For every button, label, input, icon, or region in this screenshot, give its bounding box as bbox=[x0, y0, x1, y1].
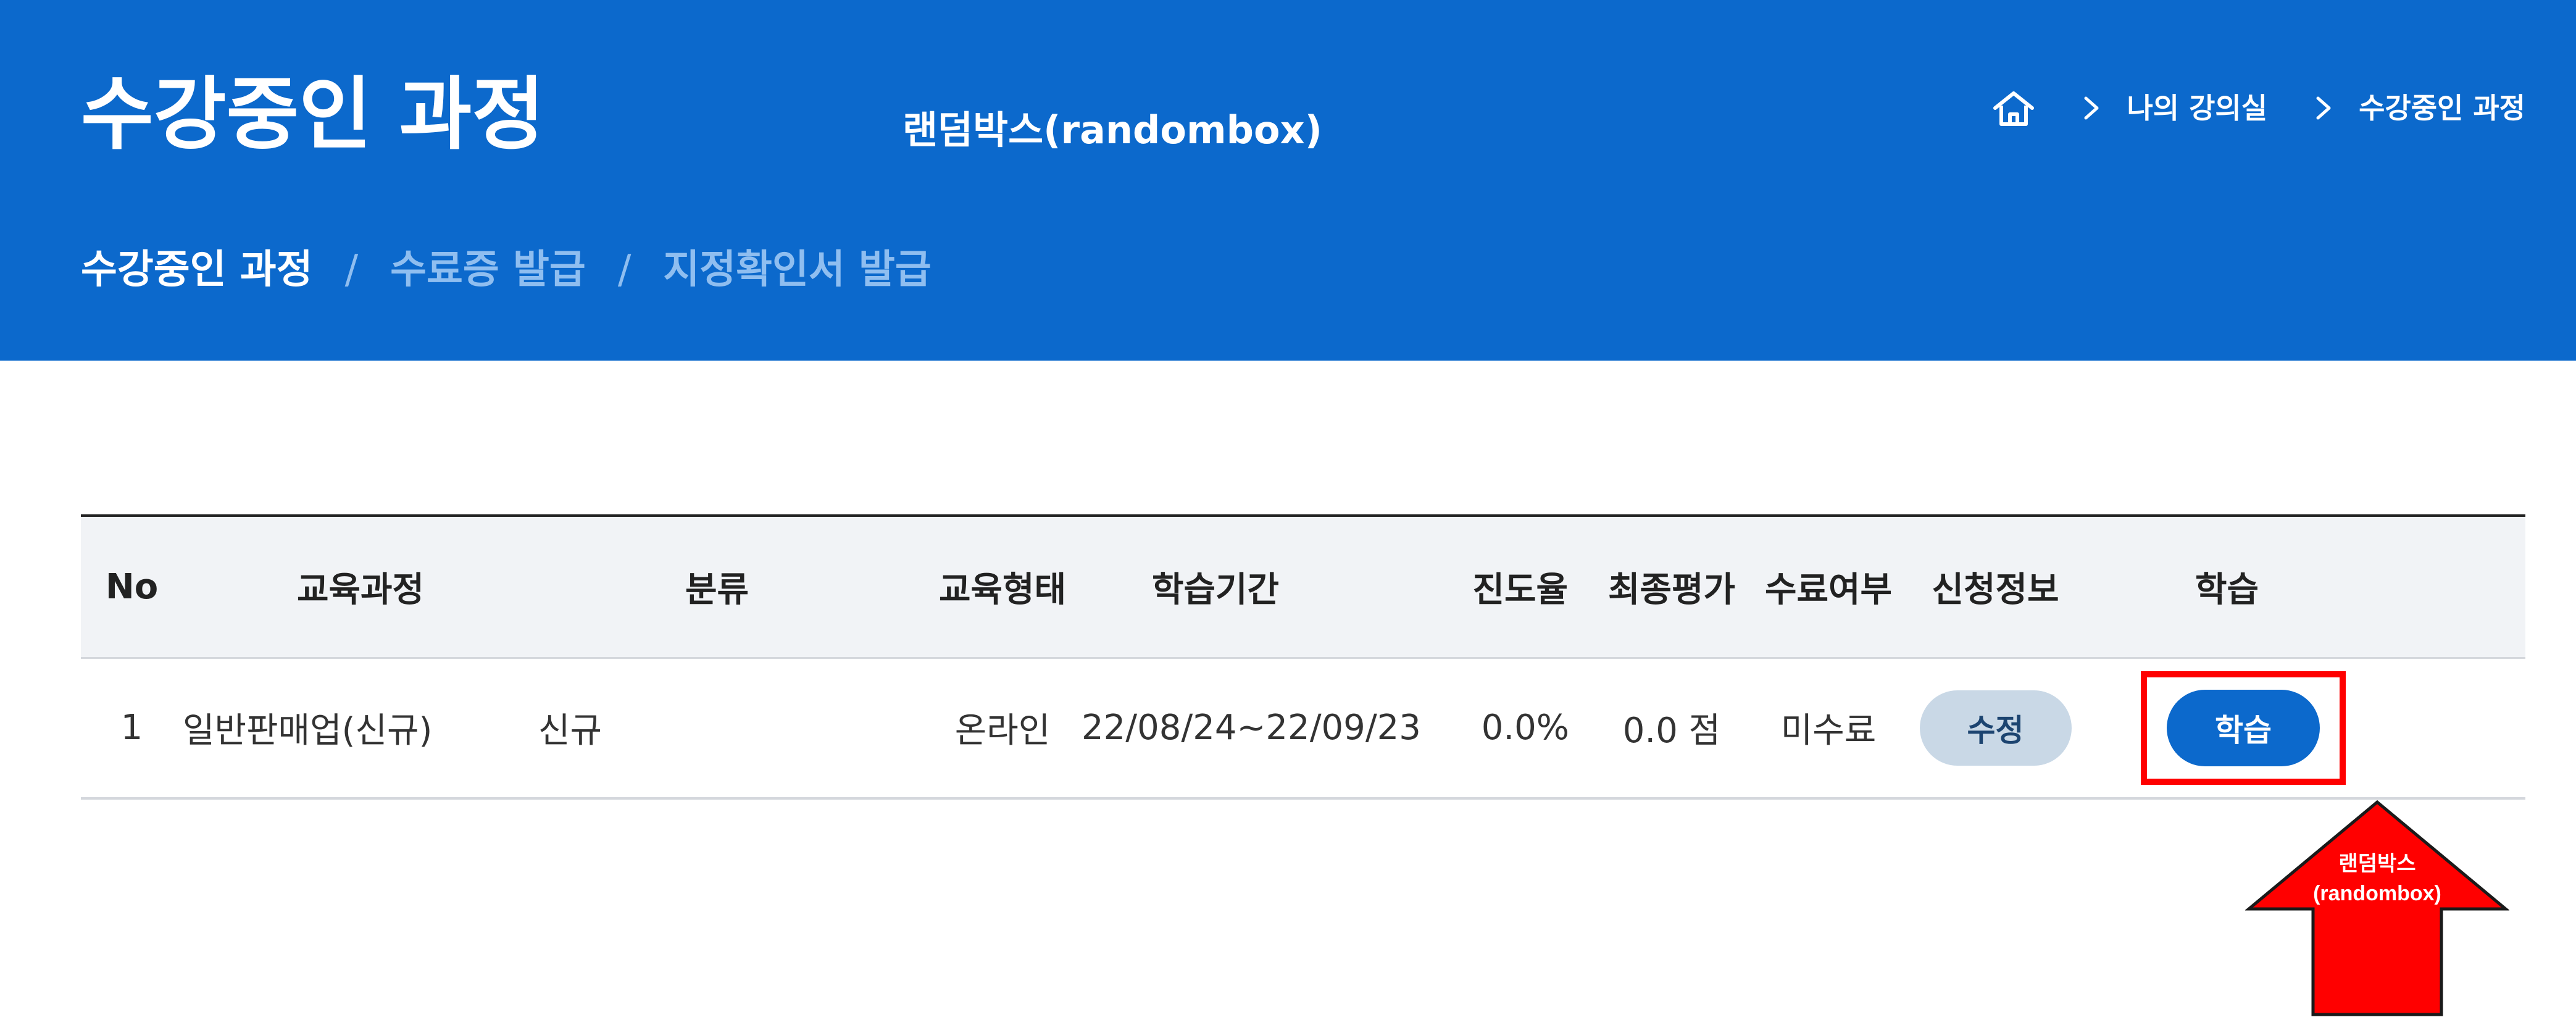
tab-certificate-issue[interactable]: 수료증 발급 bbox=[390, 250, 586, 290]
col-header-education-type: 교육형태 bbox=[923, 517, 1082, 659]
subnav-separator: / bbox=[344, 247, 359, 293]
sub-navigation: 수강중인 과정 / 수료증 발급 / 지정확인서 발급 bbox=[81, 250, 932, 290]
chevron-right-icon bbox=[2084, 96, 2099, 120]
col-header-study-period: 학습기간 bbox=[1082, 517, 1349, 659]
col-header-progress: 진도율 bbox=[1349, 517, 1594, 659]
annotation-arrow-up-icon bbox=[2245, 800, 2509, 1016]
brand-note: 랜덤박스(randombox) bbox=[902, 107, 1322, 153]
breadcrumb: 나의 강의실 수강중인 과정 bbox=[1992, 90, 2525, 127]
col-header-completion: 수료여부 bbox=[1749, 517, 1907, 659]
row-study: 학습 bbox=[2083, 658, 2525, 800]
study-button[interactable]: 학습 bbox=[2167, 689, 2320, 766]
col-header-final-evaluation: 최종평가 bbox=[1594, 517, 1749, 659]
tab-designation-confirmation-issue[interactable]: 지정확인서 발급 bbox=[663, 250, 931, 290]
course-table: No 교육과정 분류 교육형태 학습기간 진도율 최종평가 수료여부 신청정보 … bbox=[81, 517, 2525, 800]
col-header-application-info: 신청정보 bbox=[1907, 517, 2083, 659]
course-table-container: No 교육과정 분류 교육형태 학습기간 진도율 최종평가 수료여부 신청정보 … bbox=[81, 514, 2525, 800]
breadcrumb-current[interactable]: 수강중인 과정 bbox=[2359, 94, 2525, 122]
table-row: 1 일반판매업(신규) 신규 온라인 22/08/24~22/09/23 0.0… bbox=[81, 658, 2525, 800]
col-header-study: 학습 bbox=[2083, 517, 2525, 659]
edit-button[interactable]: 수정 bbox=[1919, 690, 2072, 766]
annotation-label-line2: (randombox) bbox=[2313, 882, 2441, 905]
col-header-no: No bbox=[81, 517, 183, 659]
chevron-right-icon bbox=[2316, 96, 2331, 120]
row-course-name: 일반판매업(신규) bbox=[183, 658, 538, 800]
row-study-period: 22/08/24~22/09/23 bbox=[1082, 658, 1421, 800]
row-no: 1 bbox=[81, 658, 183, 800]
row-category: 신규 bbox=[538, 658, 923, 800]
table-header-row: No 교육과정 분류 교육형태 학습기간 진도율 최종평가 수료여부 신청정보 … bbox=[81, 517, 2525, 659]
page-title: 수강중인 과정 bbox=[81, 69, 545, 161]
subnav-separator: / bbox=[617, 247, 631, 293]
tab-current-courses[interactable]: 수강중인 과정 bbox=[81, 250, 313, 290]
row-completion-status: 미수료 bbox=[1749, 658, 1907, 800]
page-header-banner: 수강중인 과정 랜덤박스(randombox) 나의 강의실 수강중인 과정 수… bbox=[0, 0, 2576, 361]
row-education-type: 온라인 bbox=[923, 658, 1082, 800]
home-icon[interactable] bbox=[1992, 90, 2035, 127]
annotation-label: 랜덤박스 (randombox) bbox=[2245, 849, 2509, 908]
study-button-highlight: 학습 bbox=[2141, 671, 2346, 785]
annotation-label-line1: 랜덤박스 bbox=[2338, 852, 2416, 876]
row-final-evaluation: 0.0 점 bbox=[1594, 658, 1749, 800]
col-header-course: 교육과정 bbox=[183, 517, 538, 659]
breadcrumb-my-classroom[interactable]: 나의 강의실 bbox=[2127, 94, 2267, 122]
row-application-info: 수정 bbox=[1907, 658, 2083, 800]
col-header-category: 분류 bbox=[538, 517, 923, 659]
